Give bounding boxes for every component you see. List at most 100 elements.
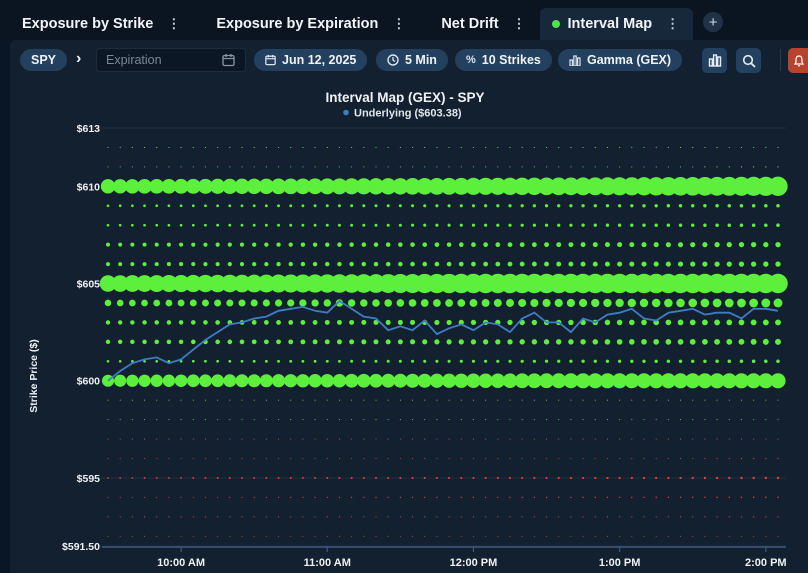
symbol-button[interactable]: SPY xyxy=(20,49,68,71)
gex-bubble xyxy=(314,457,316,460)
gex-bubble xyxy=(691,359,695,364)
gex-bubble xyxy=(119,438,121,440)
gex-bubble xyxy=(241,399,243,401)
gex-bubble xyxy=(204,359,207,363)
tab-menu-icon[interactable]: ⋮ xyxy=(392,16,405,32)
tab-menu-icon[interactable]: ⋮ xyxy=(167,16,180,32)
gex-bubble xyxy=(326,535,328,537)
tab-interval-map[interactable]: Interval Map ⋮ xyxy=(539,8,694,40)
gex-bubble xyxy=(497,146,499,148)
gex-bubble xyxy=(265,146,267,148)
tab-net-drift[interactable]: Net Drift ⋮ xyxy=(419,8,539,40)
zoom-button[interactable] xyxy=(736,48,761,73)
gex-bubble xyxy=(616,319,623,326)
gex-bubble xyxy=(118,223,122,227)
gex-bubble xyxy=(545,166,548,168)
gex-bubble xyxy=(192,438,194,440)
gex-bubble xyxy=(570,438,572,440)
gex-bubble xyxy=(740,457,743,460)
strikes-button[interactable]: % 10 Strikes xyxy=(455,49,552,71)
gex-bubble xyxy=(168,399,170,401)
gex-bubble xyxy=(203,320,208,325)
gex-bubble xyxy=(399,438,401,440)
tab-menu-icon[interactable]: ⋮ xyxy=(666,16,679,32)
gex-bubble xyxy=(239,261,245,267)
metric-button[interactable]: Gamma (GEX) xyxy=(558,49,683,71)
gex-bubble xyxy=(180,516,182,518)
gex-bubble xyxy=(483,242,489,248)
gex-bubble xyxy=(753,457,755,460)
gex-bubble xyxy=(217,419,219,421)
gex-bubble xyxy=(629,261,635,267)
gex-bubble xyxy=(764,476,767,480)
gex-bubble xyxy=(643,457,645,460)
gex-bubble xyxy=(533,535,535,537)
gex-bubble xyxy=(521,166,523,168)
gex-bubble xyxy=(250,299,258,307)
legend-label[interactable]: Underlying ($603.38) xyxy=(354,108,462,120)
gex-bubble xyxy=(387,438,389,440)
gex-bubble xyxy=(643,438,645,440)
chart-type-button[interactable] xyxy=(702,48,727,73)
gex-bubble xyxy=(229,419,231,421)
alert-button[interactable] xyxy=(788,48,808,73)
gex-bubble xyxy=(472,419,475,421)
gex-bubble xyxy=(411,516,414,518)
expiration-input[interactable]: Expiration xyxy=(96,48,246,72)
date-button[interactable]: Jun 12, 2025 xyxy=(254,49,368,71)
gex-bubble xyxy=(532,359,536,363)
gex-bubble xyxy=(326,399,328,401)
gex-bubble xyxy=(107,496,109,498)
tab-exposure-by-expiration[interactable]: Exposure by Expiration ⋮ xyxy=(194,8,419,40)
gex-bubble xyxy=(655,516,657,518)
gex-bubble xyxy=(570,496,572,499)
gex-bubble xyxy=(143,457,146,460)
gex-bubble xyxy=(264,359,268,363)
gex-bubble xyxy=(351,496,353,499)
strikes-label: 10 Strikes xyxy=(481,53,541,67)
gex-bubble xyxy=(655,476,658,480)
gex-bubble xyxy=(336,319,342,325)
gex-bubble xyxy=(252,204,256,208)
calendar-icon[interactable] xyxy=(222,53,235,67)
tab-exposure-by-strike[interactable]: Exposure by Strike ⋮ xyxy=(0,8,194,40)
gex-bubble xyxy=(192,399,194,401)
gex-bubble xyxy=(643,516,645,518)
gex-bubble xyxy=(768,273,788,294)
gex-bubble xyxy=(740,496,743,499)
gex-bubble xyxy=(178,339,184,345)
gex-bubble xyxy=(753,399,755,401)
gex-bubble xyxy=(765,516,767,518)
gex-bubble xyxy=(619,516,621,518)
gex-bubble xyxy=(507,319,513,326)
y-tick-label: $613 xyxy=(77,123,101,135)
gex-bubble xyxy=(753,419,755,421)
gex-bubble xyxy=(702,319,708,326)
tab-menu-icon[interactable]: ⋮ xyxy=(513,16,526,32)
chevron-right-icon[interactable]: › xyxy=(76,50,81,68)
gex-bubble xyxy=(274,299,283,307)
gex-bubble xyxy=(533,476,536,480)
gex-bubble xyxy=(676,298,685,308)
gex-bubble xyxy=(374,223,378,227)
gex-bubble xyxy=(143,204,146,208)
gex-bubble xyxy=(288,242,293,247)
add-tab-button[interactable]: + xyxy=(703,12,724,32)
interval-button[interactable]: 5 Min xyxy=(376,49,448,71)
gex-bubble xyxy=(666,204,671,208)
gex-bubble xyxy=(469,299,478,307)
gex-bubble xyxy=(617,359,622,363)
gex-bubble xyxy=(606,496,609,499)
gex-bubble xyxy=(751,203,756,208)
gex-bubble xyxy=(296,374,310,388)
gex-bubble xyxy=(398,242,403,247)
gex-bubble xyxy=(429,373,444,388)
gex-bubble xyxy=(441,373,457,388)
gex-bubble xyxy=(582,516,584,518)
gex-bubble xyxy=(179,262,184,267)
gex-bubble xyxy=(192,166,194,168)
gex-bubble xyxy=(655,419,657,421)
gex-bubble xyxy=(728,419,730,421)
gex-bubble xyxy=(215,320,220,325)
gex-bubble xyxy=(677,339,684,345)
